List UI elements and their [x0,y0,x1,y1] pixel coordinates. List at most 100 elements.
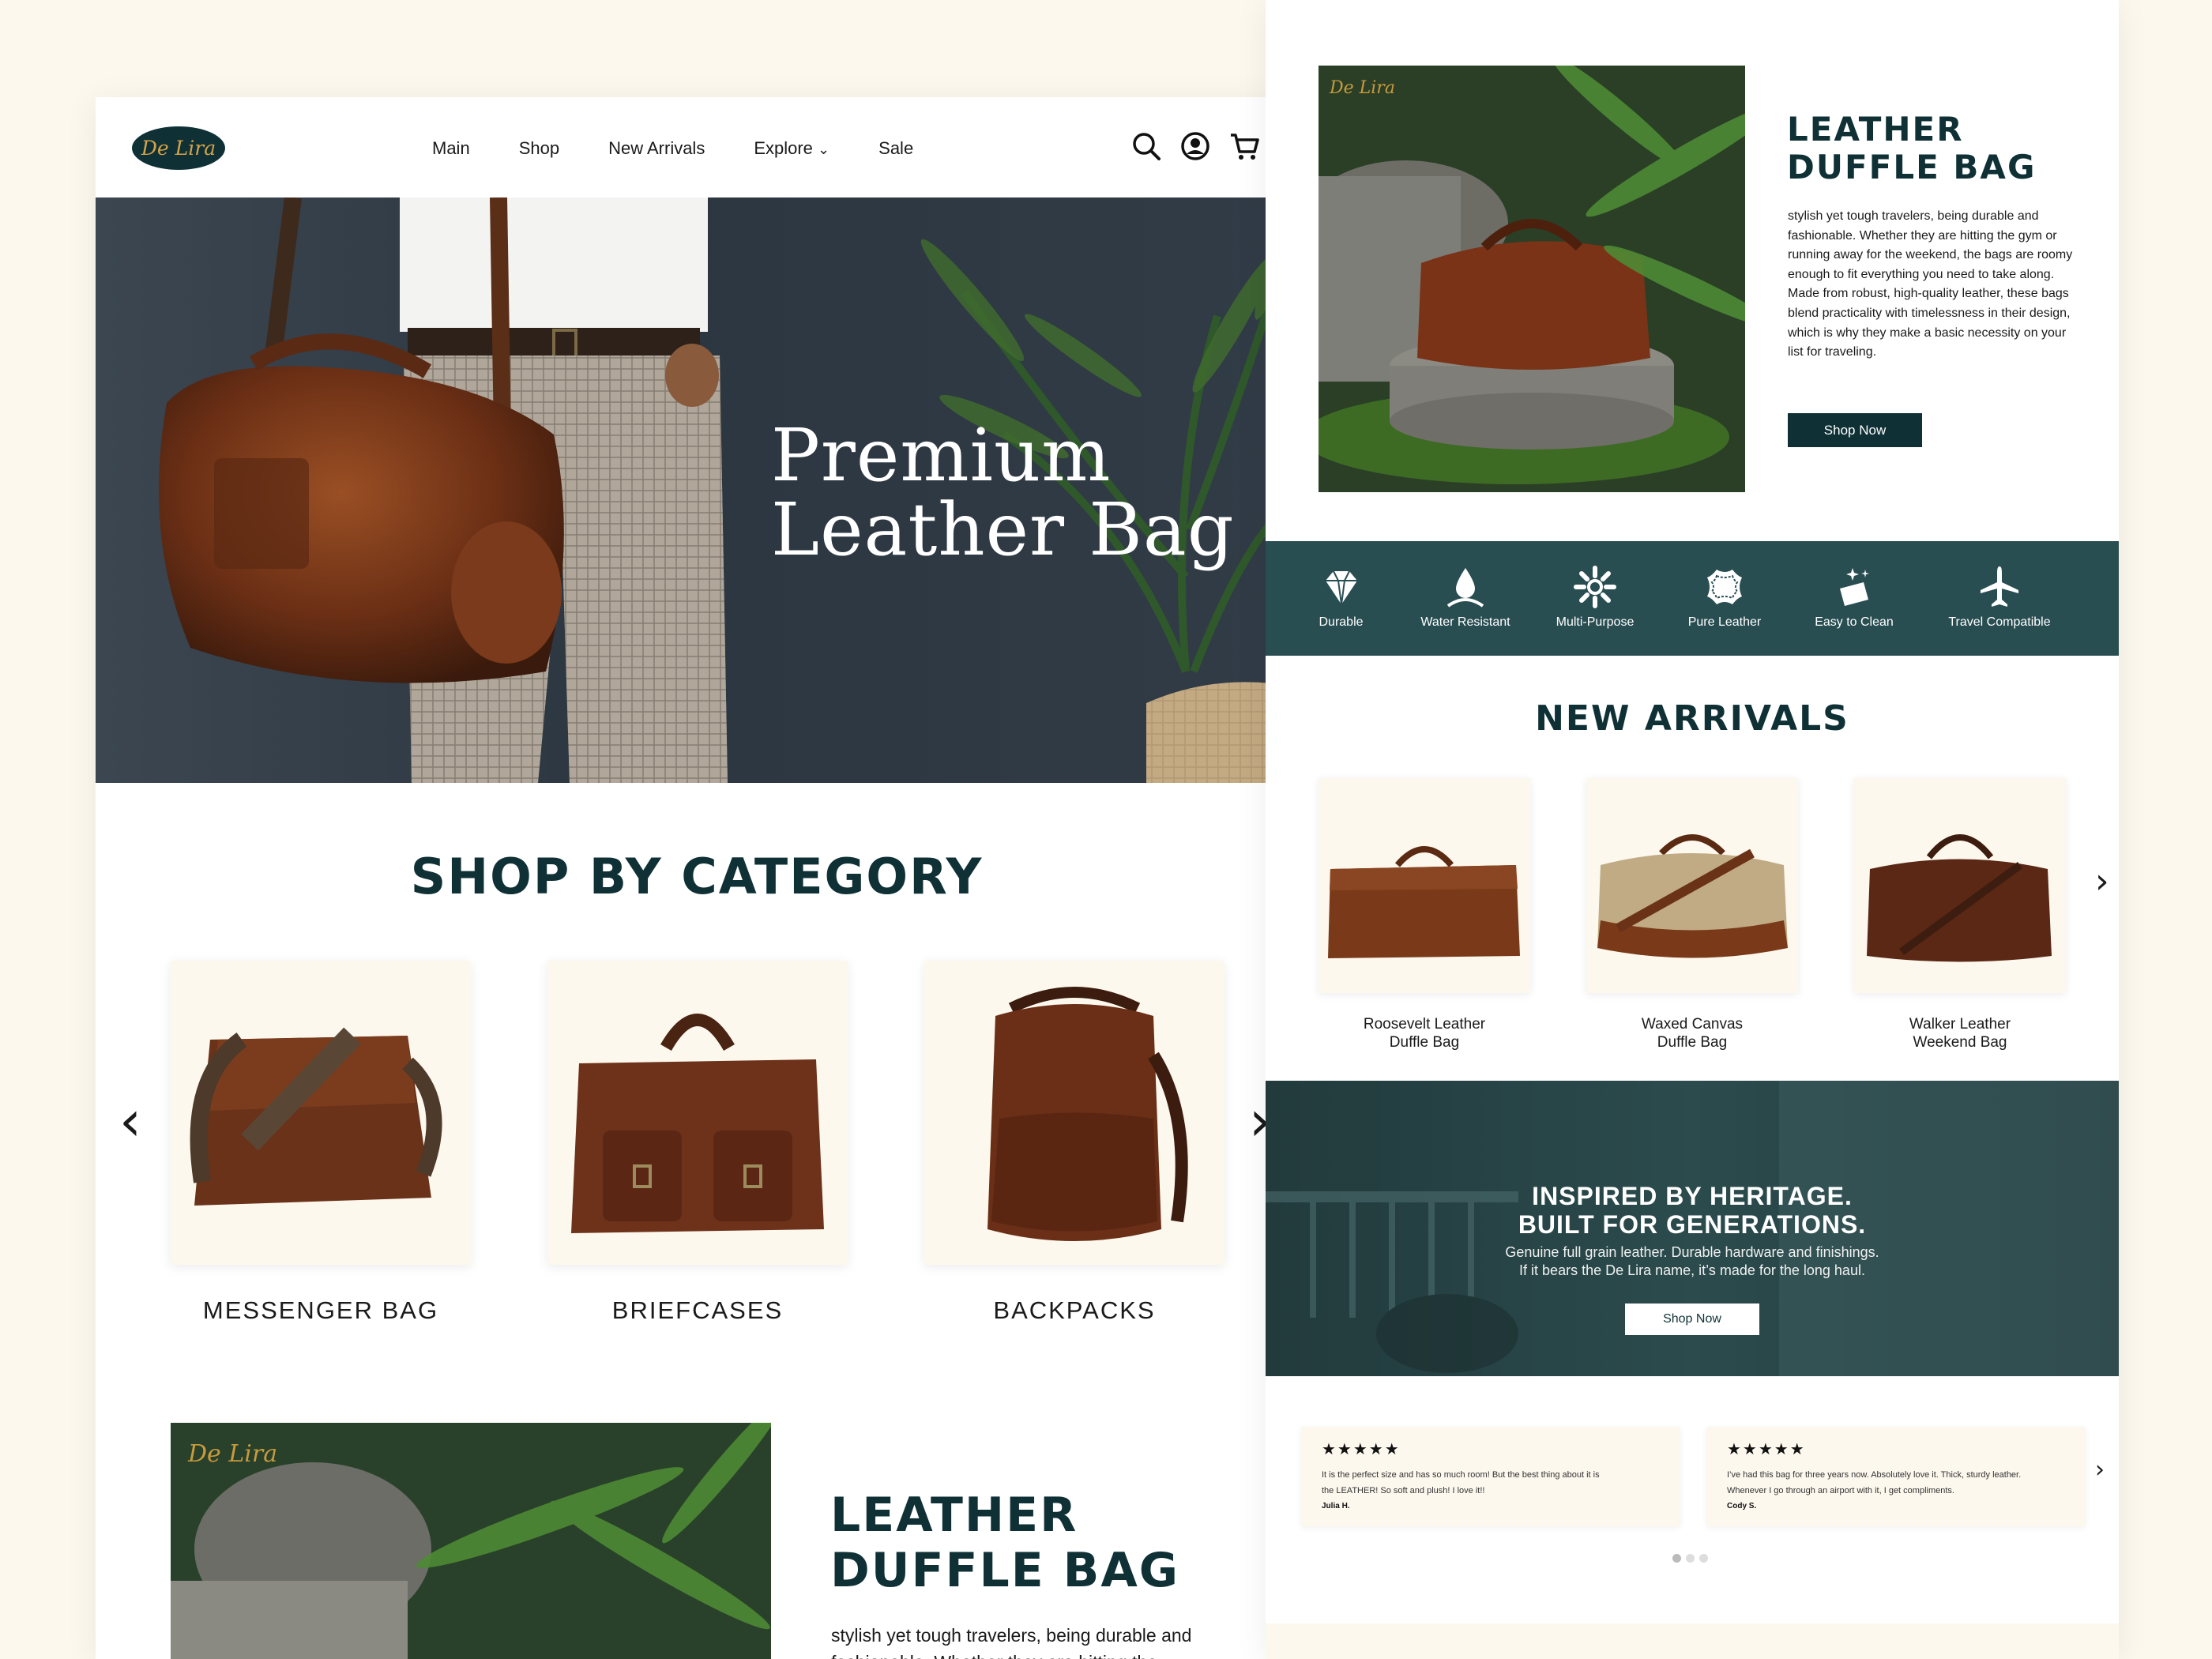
review-1-text-line2: the LEATHER! So soft and plush! I love i… [1322,1486,1485,1495]
heritage-title: INSPIRED BY HERITAGE. BUILT FOR GENERATI… [1266,1182,2119,1239]
hero-title: Premium Leather Bag [771,419,1235,567]
briefcase-image [571,1014,824,1233]
cart-icon[interactable] [1228,130,1260,162]
heritage-shop-now-button[interactable]: Shop Now [1625,1304,1759,1335]
feature-pure-leather-label: Pure Leather [1687,615,1762,629]
multi-purpose-icon [1574,566,1616,608]
homepage-left-frame: De Lira Main Shop New Arrivals Explore ⌄… [96,97,1298,1659]
product-card-waxed-canvas[interactable] [1586,778,1798,993]
duffle-title-line1: LEATHER [1787,110,1964,149]
new-arrivals-next-arrow[interactable]: › [2095,861,2109,901]
review-1-text: It is the perfect size and has so much r… [1322,1467,1660,1499]
review-1-author: Julia H. [1322,1502,1350,1510]
duffle-preview-watermark: De Lira [188,1440,278,1468]
category-card-backpacks[interactable] [924,961,1224,1265]
review-2-stars: ★★★★★ [1727,1441,1806,1458]
duffle-preview-title-line1: LEATHER [830,1488,1078,1543]
features-bar: Durable Water Resistant Multi-Purpose Pu… [1266,541,2119,656]
duffle-preview-title: LEATHER DUFFLE BAG [830,1488,1179,1598]
heritage-body-line2: If it bears the De Lira name, it’s made … [1519,1262,1865,1278]
review-2-author: Cody S. [1727,1502,1757,1510]
feature-multi-purpose-label: Multi-Purpose [1556,615,1635,629]
category-label-messenger[interactable]: MESSENGER BAG [171,1296,471,1325]
airplane-icon [1981,566,2018,607]
heritage-title-line1: INSPIRED BY HERITAGE. [1532,1182,1853,1210]
product-name-roosevelt[interactable]: Roosevelt Leather Duffle Bag [1319,1015,1530,1051]
review-card-2: ★★★★★ I’ve had this bag for three years … [1706,1427,2086,1526]
category-card-briefcases[interactable] [547,961,848,1265]
main-menu: Main Shop New Arrivals Explore ⌄ Sale [432,138,962,159]
heritage-banner: INSPIRED BY HERITAGE. BUILT FOR GENERATI… [1266,1081,2119,1376]
product-card-roosevelt[interactable] [1319,778,1530,993]
pagination-dot-1[interactable] [1672,1554,1681,1563]
product-name-walker[interactable]: Walker Leather Weekend Bag [1854,1015,2066,1051]
duffle-preview-image: De Lira [171,1423,771,1659]
hero-title-line2: Leather Bag [771,487,1235,572]
diamond-icon [1325,570,1357,605]
heritage-title-line2: BUILT FOR GENERATIONS. [1518,1210,1867,1239]
top-nav: De Lira Main Shop New Arrivals Explore ⌄… [96,97,1298,198]
footer-strip [1266,1623,2119,1659]
duffle-shop-now-button[interactable]: Shop Now [1788,413,1922,447]
nav-icons [1130,130,1260,162]
duffle-image: De Lira [1319,66,1745,492]
feature-durable-label: Durable [1319,615,1364,629]
review-2-text: I’ve had this bag for three years now. A… [1727,1467,2065,1499]
reviews-pagination [1672,1554,1708,1563]
duffle-preview-text-line1: stylish yet tough travelers, being durab… [831,1625,1192,1646]
hero-banner: Premium Leather Bag [96,198,1298,783]
duffle-title-line2: DUFFLE BAG [1787,148,2037,186]
product-name-waxed-canvas[interactable]: Waxed Canvas Duffle Bag [1586,1015,1798,1051]
feature-easy-to-clean-label: Easy to Clean [1815,615,1894,629]
duffle-image-watermark: De Lira [1330,78,1395,98]
nav-item-sale[interactable]: Sale [878,138,913,159]
reviews-next-arrow[interactable]: › [2095,1456,2105,1484]
duffle-title: LEATHER DUFFLE BAG [1787,111,2036,186]
duffle-description: stylish yet tough travelers, being durab… [1788,209,2073,359]
easy-clean-icon [1840,568,1869,606]
review-1-stars: ★★★★★ [1322,1441,1401,1458]
brand-logo[interactable]: De Lira [132,126,225,170]
backpack-image [988,987,1188,1241]
product-name-waxed-canvas-line2: Duffle Bag [1657,1034,1728,1051]
hero-title-line1: Premium [771,413,1112,498]
messenger-bag-image [190,1027,442,1206]
search-icon[interactable] [1130,130,1162,162]
category-label-backpacks[interactable]: BACKPACKS [924,1296,1224,1325]
heritage-body: Genuine full grain leather. Durable hard… [1266,1243,2119,1280]
product-name-walker-line1: Walker Leather [1909,1016,2011,1033]
product-name-walker-line2: Weekend Bag [1913,1034,2007,1051]
category-card-messenger[interactable] [171,961,471,1265]
category-prev-arrow[interactable]: ‹ [119,1089,141,1153]
feature-water-resistant-label: Water Resistant [1420,615,1510,629]
nav-item-explore[interactable]: Explore ⌄ [754,138,830,159]
duffle-preview-text-line2: fashionable. Whether they are hitting th… [831,1649,1191,1659]
feature-travel-compatible-label: Travel Compatible [1948,615,2051,629]
duffle-preview-text: stylish yet tough travelers, being durab… [831,1622,1191,1659]
nav-item-explore-label: Explore [754,138,813,158]
water-drop-icon [1446,568,1484,608]
shop-by-category-title: SHOP BY CATEGORY [410,848,984,905]
duffle-preview-title-line2: DUFFLE BAG [830,1543,1180,1598]
category-label-briefcases[interactable]: BRIEFCASES [547,1296,848,1325]
nav-item-shop[interactable]: Shop [519,138,559,159]
pagination-dot-2[interactable] [1686,1554,1695,1563]
feature-water-resistant: Water Resistant [1406,565,1525,630]
chevron-down-icon: ⌄ [818,141,830,157]
nav-item-main[interactable]: Main [432,138,470,159]
account-icon[interactable] [1179,130,1211,162]
nav-item-new-arrivals[interactable]: New Arrivals [608,138,705,159]
brand-logo-text: De Lira [141,137,216,160]
product-name-roosevelt-line2: Duffle Bag [1389,1034,1460,1051]
homepage-right-frame: De Lira LEATHER DUFFLE BAG stylish yet t… [1266,0,2119,1659]
review-2-text-line1: I’ve had this bag for three years now. A… [1727,1470,2022,1480]
review-card-1: ★★★★★ It is the perfect size and has so … [1301,1427,1680,1526]
feature-travel-compatible: Travel Compatible [1924,565,2075,630]
product-name-roosevelt-line1: Roosevelt Leather [1363,1016,1486,1033]
heritage-body-line1: Genuine full grain leather. Durable hard… [1505,1244,1879,1260]
pagination-dot-3[interactable] [1699,1554,1708,1563]
waxed-canvas-duffle-image [1597,834,1788,958]
leather-hide-icon [1707,570,1742,604]
roosevelt-duffle-image [1328,846,1520,958]
product-card-walker[interactable] [1854,778,2066,993]
